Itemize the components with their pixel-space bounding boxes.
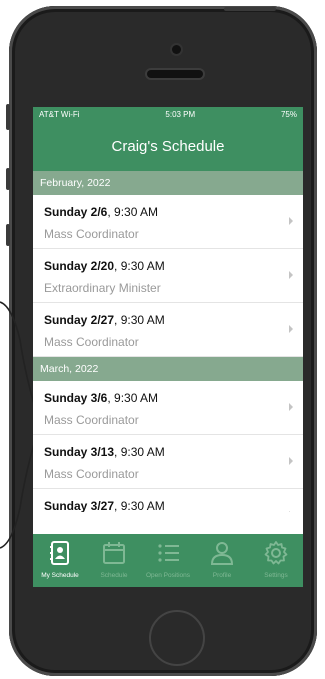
section-title: February, 2022: [40, 177, 111, 189]
front-camera: [172, 45, 181, 54]
calendar-icon: [103, 542, 125, 564]
earpiece-speaker: [147, 70, 203, 78]
tab-open-positions[interactable]: Open Positions: [141, 534, 195, 587]
tab-schedule[interactable]: Schedule: [87, 534, 141, 587]
item-time: , 9:30 AM: [114, 445, 165, 459]
schedule-list[interactable]: February, 2022 Sunday 2/6, 9:30 AM Mass …: [33, 171, 303, 512]
item-day: Sunday 3/6: [44, 391, 108, 405]
list-item[interactable]: Sunday 3/27, 9:30 AM Extraordinary Minis…: [33, 489, 303, 512]
item-time: , 9:30 AM: [114, 259, 165, 273]
tab-label: Open Positions: [145, 572, 191, 579]
list-item[interactable]: Sunday 3/6, 9:30 AM Mass Coordinator: [33, 381, 303, 435]
home-button[interactable]: [149, 610, 205, 666]
contact-book-icon: [50, 541, 69, 565]
clock-label: 5:03 PM: [165, 109, 196, 119]
item-time: , 9:30 AM: [107, 205, 159, 219]
item-time: , 9:30 AM: [107, 391, 159, 405]
item-role: Mass Coordinator: [44, 413, 139, 427]
tab-label: Profile: [212, 572, 232, 579]
chevron-right-icon: [289, 271, 293, 279]
volume-up-button: [6, 168, 10, 190]
tab-bar: My Schedule Schedule Open Positions Prof…: [33, 534, 303, 587]
list-item[interactable]: Sunday 2/27, 9:30 AM Mass Coordinator: [33, 303, 303, 357]
item-day: Sunday 2/6: [44, 205, 108, 219]
chevron-right-icon: [289, 457, 293, 465]
section-header: February, 2022: [33, 171, 303, 195]
item-role: Mass Coordinator: [44, 467, 139, 481]
chevron-right-icon: [289, 325, 293, 333]
chevron-right-icon: [289, 511, 293, 512]
item-time: , 9:30 AM: [114, 313, 165, 327]
list-item[interactable]: Sunday 3/13, 9:30 AM Mass Coordinator: [33, 435, 303, 489]
power-button: [224, 7, 276, 11]
tab-settings[interactable]: Settings: [249, 534, 303, 587]
item-role: Extraordinary Minister: [44, 281, 161, 295]
person-icon: [210, 542, 234, 565]
list-item[interactable]: Sunday 2/20, 9:30 AM Extraordinary Minis…: [33, 249, 303, 303]
list-item[interactable]: Sunday 2/6, 9:30 AM Mass Coordinator: [33, 195, 303, 249]
section-title: March, 2022: [40, 363, 99, 375]
chevron-right-icon: [289, 217, 293, 225]
page-title: Craig's Schedule: [111, 137, 225, 155]
gear-icon: [264, 541, 288, 565]
item-day: Sunday 2/27: [44, 313, 115, 327]
item-day: Sunday 2/20: [44, 259, 115, 273]
mute-switch: [6, 104, 10, 130]
volume-down-button: [6, 224, 10, 246]
tab-profile[interactable]: Profile: [195, 534, 249, 587]
nav-bar: Craig's Schedule: [33, 121, 303, 171]
carrier-label: AT&T Wi-Fi: [39, 109, 80, 119]
tab-label: Settings: [264, 572, 288, 579]
item-role: Mass Coordinator: [44, 335, 139, 349]
tab-my-schedule[interactable]: My Schedule: [33, 534, 87, 587]
chevron-right-icon: [289, 403, 293, 411]
battery-label: 75%: [280, 109, 297, 119]
tab-label: Schedule: [100, 572, 128, 579]
status-bar: AT&T Wi-Fi 5:03 PM 75%: [33, 107, 303, 121]
item-time: , 9:30 AM: [114, 499, 165, 512]
item-role: Mass Coordinator: [44, 227, 139, 241]
section-header: March, 2022: [33, 357, 303, 381]
item-day: Sunday 3/27: [44, 499, 115, 512]
tab-label: My Schedule: [41, 572, 79, 579]
list-icon: [158, 544, 179, 562]
app-screen: AT&T Wi-Fi 5:03 PM 75% Craig's Schedule …: [33, 107, 303, 587]
item-day: Sunday 3/13: [44, 445, 115, 459]
